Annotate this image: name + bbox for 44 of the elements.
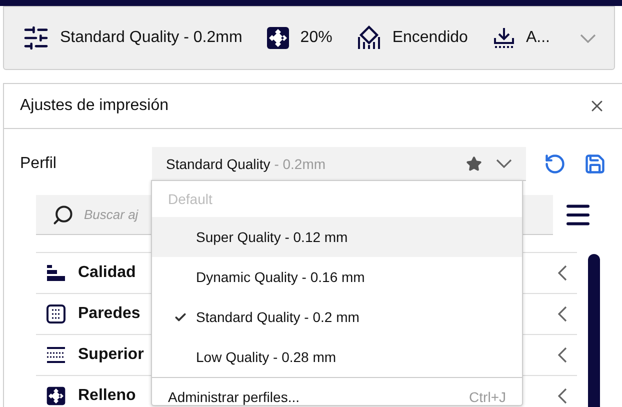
download-icon (492, 26, 516, 50)
shortcut-label: Ctrl+J (469, 389, 506, 405)
category-label: Calidad (78, 264, 136, 282)
bars-icon (46, 263, 66, 283)
menu-item-label: Administrar perfiles... (168, 389, 300, 405)
panel-title: Ajustes de impresión (20, 97, 169, 115)
category-label: Relleno (78, 387, 136, 405)
menu-item-label: Low Quality - 0.28 mm (196, 349, 336, 365)
search-field[interactable]: Buscar aj (84, 207, 144, 222)
infill-value: 20% (300, 29, 332, 47)
menu-item[interactable]: Low Quality - 0.28 mm (152, 337, 522, 377)
manage-profiles-item[interactable]: Administrar perfiles... Ctrl+J (152, 378, 522, 407)
sliders-icon (22, 24, 50, 52)
section-header: Default (167, 190, 214, 209)
adhesion-value: A... (526, 29, 550, 47)
menu-item-label: Dynamic Quality - 0.16 mm (196, 269, 365, 285)
profile-label: Perfil (20, 155, 58, 173)
print-settings-bar[interactable]: Standard Quality - 0.2mm 20% Encendido A... (3, 6, 615, 70)
support-value: Encendido (392, 29, 468, 47)
menu-item[interactable]: Super Quality - 0.12 mm (152, 217, 522, 257)
profile-select[interactable]: Standard Quality - 0.2mm (152, 147, 526, 181)
infill-icon (266, 26, 290, 50)
chevron-icon (558, 347, 567, 363)
chevron-icon (558, 265, 567, 281)
menu-item-label: Super Quality - 0.12 mm (196, 229, 348, 245)
walls-icon (46, 304, 66, 324)
menu-item[interactable]: Dynamic Quality - 0.16 mm (152, 257, 522, 297)
category-label: Paredes (78, 305, 140, 323)
menu-item-label: Standard Quality - 0.2 mm (196, 309, 360, 325)
menu-item[interactable]: Standard Quality - 0.2 mm (152, 297, 522, 337)
chevron-icon (558, 388, 567, 404)
support-icon (356, 25, 382, 51)
search-icon (52, 204, 74, 226)
profile-summary: Standard Quality - 0.2mm (60, 29, 242, 47)
chevron-icon (558, 306, 567, 322)
reset-button[interactable] (544, 153, 566, 175)
caret-icon (496, 159, 512, 168)
star-icon (466, 156, 482, 172)
infill-icon (46, 386, 66, 406)
save-button[interactable] (584, 153, 606, 175)
category-label: Superior (78, 346, 144, 364)
layers-icon (46, 345, 66, 365)
scrollbar[interactable] (588, 254, 600, 407)
caret-icon (580, 34, 596, 42)
